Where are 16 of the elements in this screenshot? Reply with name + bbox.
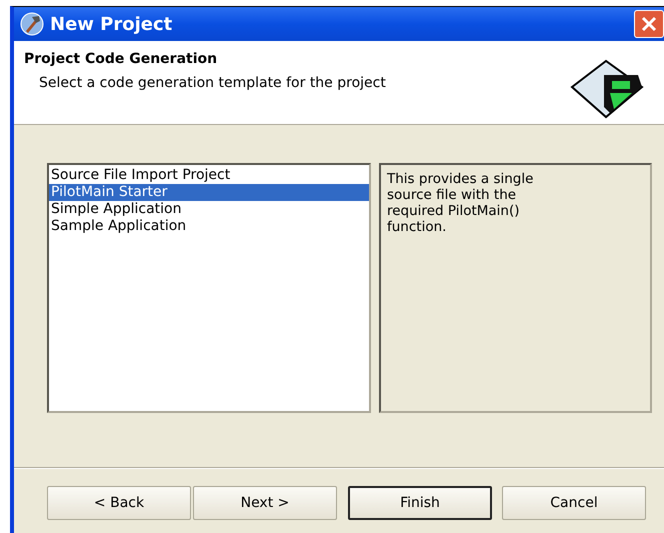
hammer-icon	[20, 12, 44, 36]
page-subtitle: Select a code generation template for the project	[38, 75, 386, 91]
wizard-button[interactable]: < Back	[47, 486, 191, 520]
template-item[interactable]: Sample Application	[49, 218, 369, 235]
template-item[interactable]: Simple Application	[49, 201, 369, 218]
wizard-button[interactable]: Cancel	[502, 486, 646, 520]
template-list[interactable]: Source File Import Project PilotMain Starter Simple Application Sample Application	[47, 163, 371, 413]
finish-button[interactable]: Finish	[348, 486, 492, 520]
description-text: This provides a single source file with the required PilotMain() function.	[387, 171, 534, 235]
template-item[interactable]: PilotMain Starter	[49, 184, 369, 201]
template-item[interactable]: Source File Import Project	[49, 167, 369, 184]
wizard-button[interactable]: Next >	[193, 486, 337, 520]
close-icon	[640, 15, 658, 33]
window-title: New Project	[50, 14, 172, 34]
page-title: Project Code Generation	[24, 51, 218, 67]
close-button[interactable]	[634, 10, 664, 38]
